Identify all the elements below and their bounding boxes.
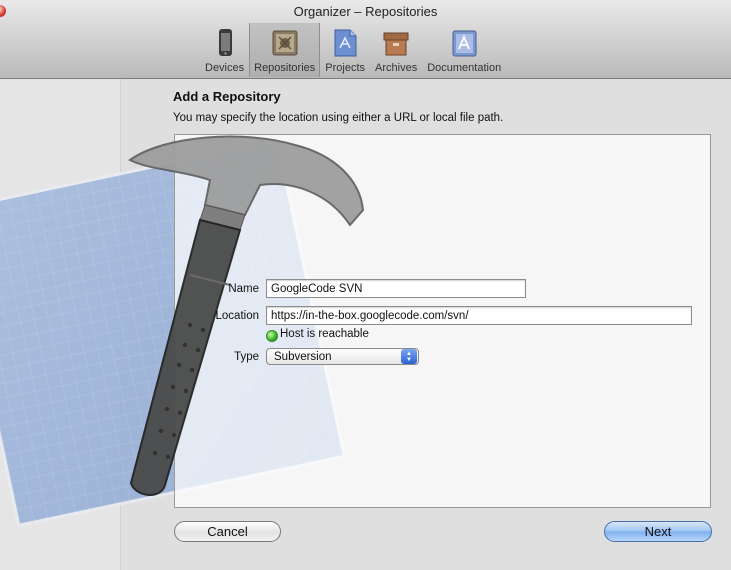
toolbar-devices[interactable]: Devices: [200, 23, 249, 77]
toolbar-repositories[interactable]: Repositories: [249, 23, 321, 77]
name-field[interactable]: [266, 279, 526, 298]
organizer-toolbar: Devices Repositories Projects Archives D…: [200, 23, 506, 77]
sheet-instructions: You may specify the location using eithe…: [173, 112, 504, 124]
name-label: Name: [228, 283, 259, 295]
toolbar-label: Devices: [205, 62, 245, 74]
host-status-text: Host is reachable: [280, 328, 369, 340]
type-popup-button[interactable]: Subversion ▲ ▼: [266, 348, 419, 365]
cancel-button[interactable]: Cancel: [174, 521, 281, 542]
xcode-hammer-icon: [128, 135, 365, 496]
next-button[interactable]: Next: [604, 521, 712, 542]
window-title: Organizer – Repositories: [293, 4, 438, 19]
toolbar-archives[interactable]: Archives: [370, 23, 422, 77]
window-titlebar: Organizer – Repositories Devices Reposit…: [0, 0, 731, 79]
archive-box-icon: [381, 28, 411, 58]
projects-icon: [330, 28, 360, 58]
type-label: Type: [234, 351, 259, 363]
sheet-heading: Add a Repository: [173, 89, 281, 104]
type-selected-value: Subversion: [274, 350, 332, 363]
documentation-icon: [449, 28, 479, 58]
popup-arrows-icon: ▲ ▼: [401, 349, 417, 364]
device-icon: [210, 28, 240, 58]
location-label: Location: [215, 310, 259, 322]
status-indicator-icon: [266, 330, 278, 342]
repository-icon: [270, 28, 300, 58]
toolbar-label: Documentation: [427, 62, 502, 74]
location-field[interactable]: [266, 306, 692, 325]
toolbar-label: Projects: [325, 62, 366, 74]
toolbar-label: Archives: [375, 62, 418, 74]
toolbar-projects[interactable]: Projects: [320, 23, 370, 77]
toolbar-documentation[interactable]: Documentation: [422, 23, 506, 77]
toolbar-label: Repositories: [254, 62, 316, 74]
